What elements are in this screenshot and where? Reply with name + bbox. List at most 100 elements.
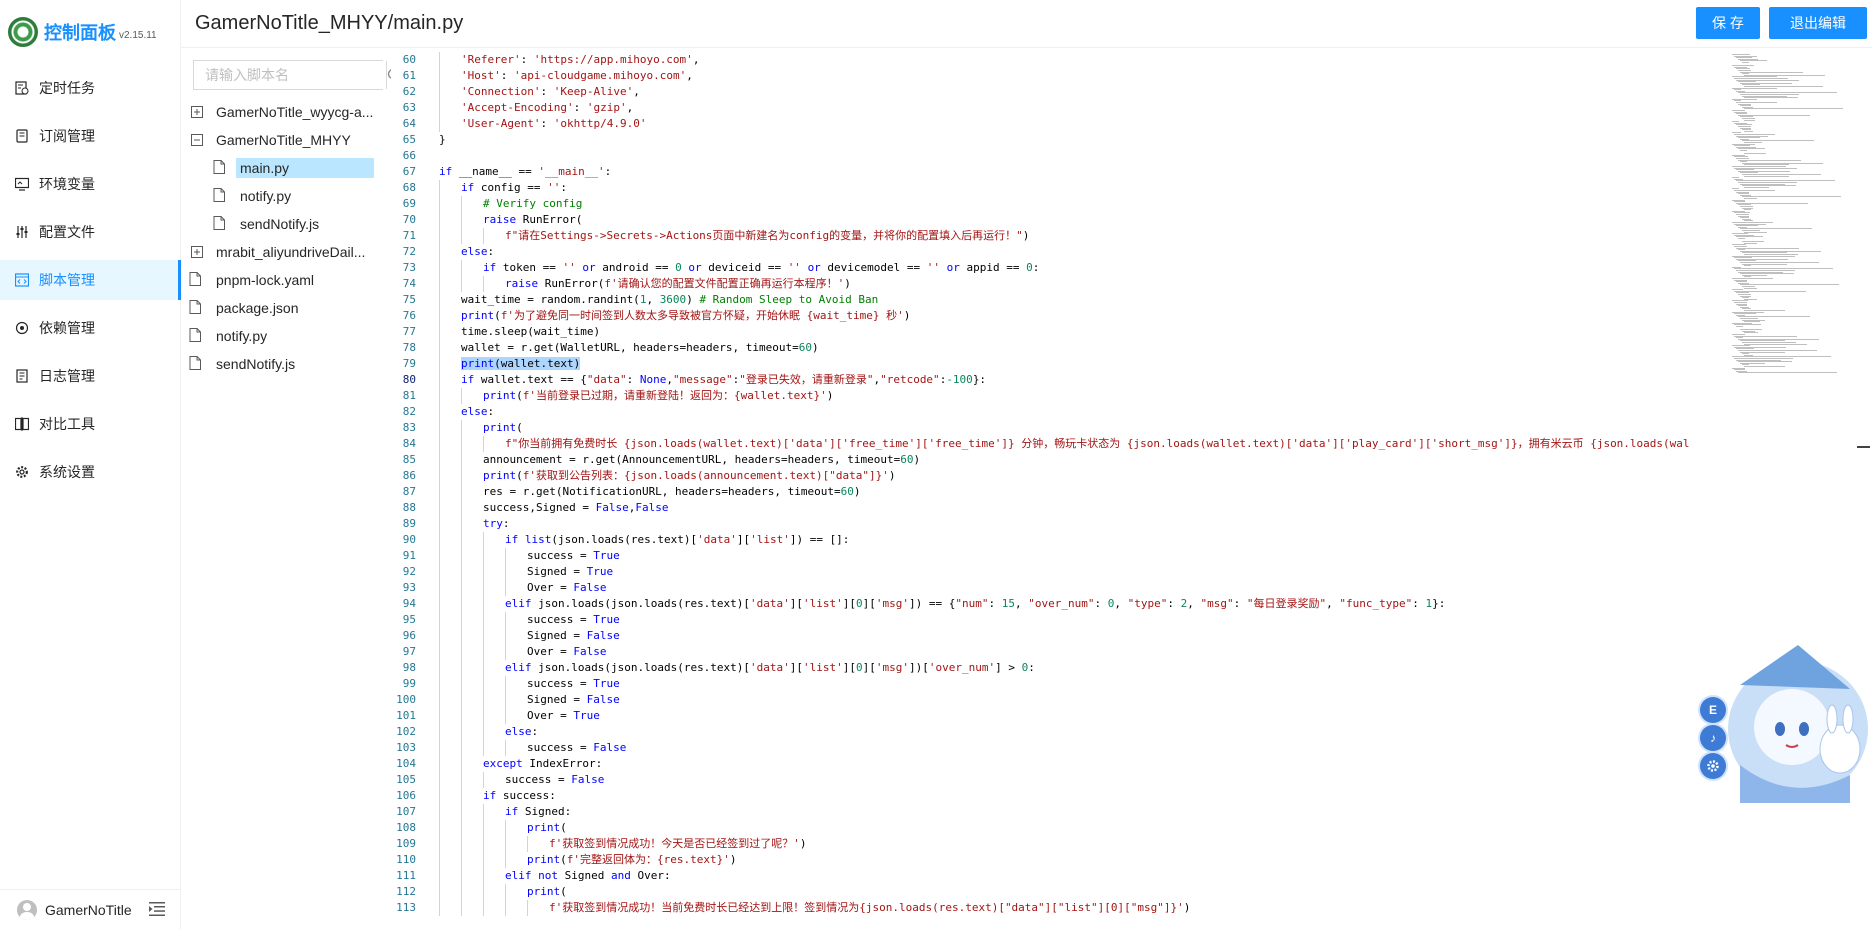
- line-number: 61: [402, 69, 416, 82]
- fab-e-button[interactable]: E: [1700, 697, 1726, 723]
- subscription-icon: [15, 129, 29, 143]
- indent-guide: [461, 900, 462, 916]
- line-number: 85: [402, 453, 416, 466]
- app-root: 控制面板 v2.15.11 定时任务订阅管理环境变量配置文件脚本管理依赖管理日志…: [0, 0, 1872, 929]
- fab-settings-button[interactable]: [1700, 753, 1726, 779]
- indent-guide: [505, 580, 506, 596]
- indent-guide: [439, 692, 440, 708]
- indent-guide: [439, 244, 440, 260]
- sidebar-item-gear[interactable]: 系统设置: [0, 452, 181, 492]
- indent-guide: [461, 612, 462, 628]
- minimap-line: [1744, 130, 1753, 132]
- indent-guide: [505, 740, 506, 756]
- code-text: success = True: [527, 549, 620, 562]
- code-text: elif json.loads(json.loads(res.text)['da…: [505, 597, 1446, 610]
- diff-icon: [15, 417, 29, 431]
- minimap-line: [1744, 366, 1786, 367]
- sidebar-item-diff[interactable]: 对比工具: [0, 404, 181, 444]
- tree-folder[interactable]: GamerNoTitle_wyycg-a...: [189, 98, 389, 126]
- indent-guide: [461, 436, 462, 452]
- indent-guide: [461, 628, 462, 644]
- indent-guide: [505, 644, 506, 660]
- collapse-square-icon[interactable]: [189, 132, 205, 148]
- code-text: }: [439, 133, 446, 146]
- line-number: 73: [402, 261, 416, 274]
- tree-folder[interactable]: mrabit_aliyundriveDail...: [189, 238, 389, 266]
- indent-guide: [483, 884, 484, 900]
- logo: 控制面板 v2.15.11: [8, 14, 157, 50]
- tree-file[interactable]: notify.py: [189, 322, 389, 350]
- mascot-illustration: [1728, 645, 1868, 803]
- indent-guide: [505, 612, 506, 628]
- code-text: 'Referer': 'https://app.mihoyo.com',: [461, 53, 700, 66]
- menu-fold-icon[interactable]: [149, 902, 165, 916]
- line-number: 69: [402, 197, 416, 210]
- minimap-line: [1744, 198, 1757, 199]
- scrollbar-cursor-marker[interactable]: [1857, 446, 1870, 448]
- indent-guide: [461, 788, 462, 804]
- sidebar-item-label: 脚本管理: [39, 272, 95, 288]
- tree-file[interactable]: pnpm-lock.yaml: [189, 266, 389, 294]
- sidebar-item-sliders[interactable]: 配置文件: [0, 212, 181, 252]
- sidebar-item-clock-list[interactable]: 定时任务: [0, 68, 181, 108]
- indent-guide: [483, 820, 484, 836]
- code-text: wallet = r.get(WalletURL, headers=header…: [461, 341, 819, 354]
- code-text: 'Host': 'api-cloudgame.mihoyo.com',: [461, 69, 693, 82]
- sidebar-item-code-box[interactable]: 脚本管理: [0, 260, 181, 300]
- indent-guide: [461, 468, 462, 484]
- indent-guide: [483, 548, 484, 564]
- file-icon: [213, 160, 227, 176]
- minimap-line: [1744, 265, 1752, 267]
- script-search-input[interactable]: [194, 61, 386, 89]
- avatar[interactable]: [17, 899, 37, 920]
- exit-edit-button[interactable]: 退出编辑: [1769, 7, 1867, 39]
- code-text: 'User-Agent': 'okhttp/4.9.0': [461, 117, 647, 130]
- indent-guide: [505, 564, 506, 580]
- line-number: 84: [402, 437, 416, 450]
- sidebar-item-dependency[interactable]: 依赖管理: [0, 308, 181, 348]
- indent-guide: [483, 852, 484, 868]
- code-text: print(f'当前登录已过期，请重新登陆！返回为：{wallet.text}'…: [483, 389, 834, 402]
- mascot-widget[interactable]: E ♪: [1700, 645, 1872, 803]
- line-number: 107: [396, 805, 416, 818]
- line-number: 66: [402, 149, 416, 162]
- fab-music-button[interactable]: ♪: [1700, 725, 1726, 751]
- code-text: success = False: [505, 773, 605, 786]
- user-name[interactable]: GamerNoTitle: [45, 902, 132, 918]
- line-number: 86: [402, 469, 416, 482]
- code-text: Over = False: [527, 581, 607, 594]
- sidebar-item-log[interactable]: 日志管理: [0, 356, 181, 396]
- expand-square-icon[interactable]: [189, 244, 205, 260]
- indent-guide: [439, 468, 440, 484]
- tree-file[interactable]: notify.py: [189, 182, 389, 210]
- tree-file[interactable]: main.py: [189, 154, 389, 182]
- code-editor[interactable]: 60 'Referer': 'https://app.mihoyo.com', 61…: [391, 48, 1872, 929]
- expand-square-icon[interactable]: [189, 104, 205, 120]
- tree-file[interactable]: package.json: [189, 294, 389, 322]
- indent-guide: [439, 708, 440, 724]
- sidebar-item-subscription[interactable]: 订阅管理: [0, 116, 181, 156]
- indent-guide: [439, 788, 440, 804]
- indent-guide: [439, 548, 440, 564]
- minimap-line: [1738, 372, 1837, 374]
- sidebar-item-label: 系统设置: [39, 464, 95, 480]
- tree-folder[interactable]: GamerNoTitle_MHYY: [189, 126, 389, 154]
- tree-file[interactable]: sendNotify.js: [189, 210, 389, 238]
- line-number: 113: [396, 901, 416, 914]
- line-number: 105: [396, 773, 416, 786]
- code-text: 'Connection': 'Keep-Alive',: [461, 85, 640, 98]
- tree-file[interactable]: sendNotify.js: [189, 350, 389, 378]
- save-button[interactable]: 保 存: [1696, 7, 1760, 39]
- user-bar[interactable]: GamerNoTitle: [0, 889, 181, 929]
- code-text: res = r.get(NotificationURL, headers=hea…: [483, 485, 861, 498]
- code-text: if wallet.text == {"data": None,"message…: [461, 373, 987, 386]
- line-number: 92: [402, 565, 416, 578]
- indent-guide: [483, 644, 484, 660]
- monitor-icon: [15, 177, 29, 191]
- sidebar-item-monitor[interactable]: 环境变量: [0, 164, 181, 204]
- script-tree-panel: GamerNoTitle_wyycg-a... GamerNoTitle_MHYY…: [181, 48, 401, 929]
- indent-guide: [439, 84, 440, 100]
- indent-guide: [439, 196, 440, 212]
- line-number: 70: [402, 213, 416, 226]
- file-icon: [189, 328, 203, 344]
